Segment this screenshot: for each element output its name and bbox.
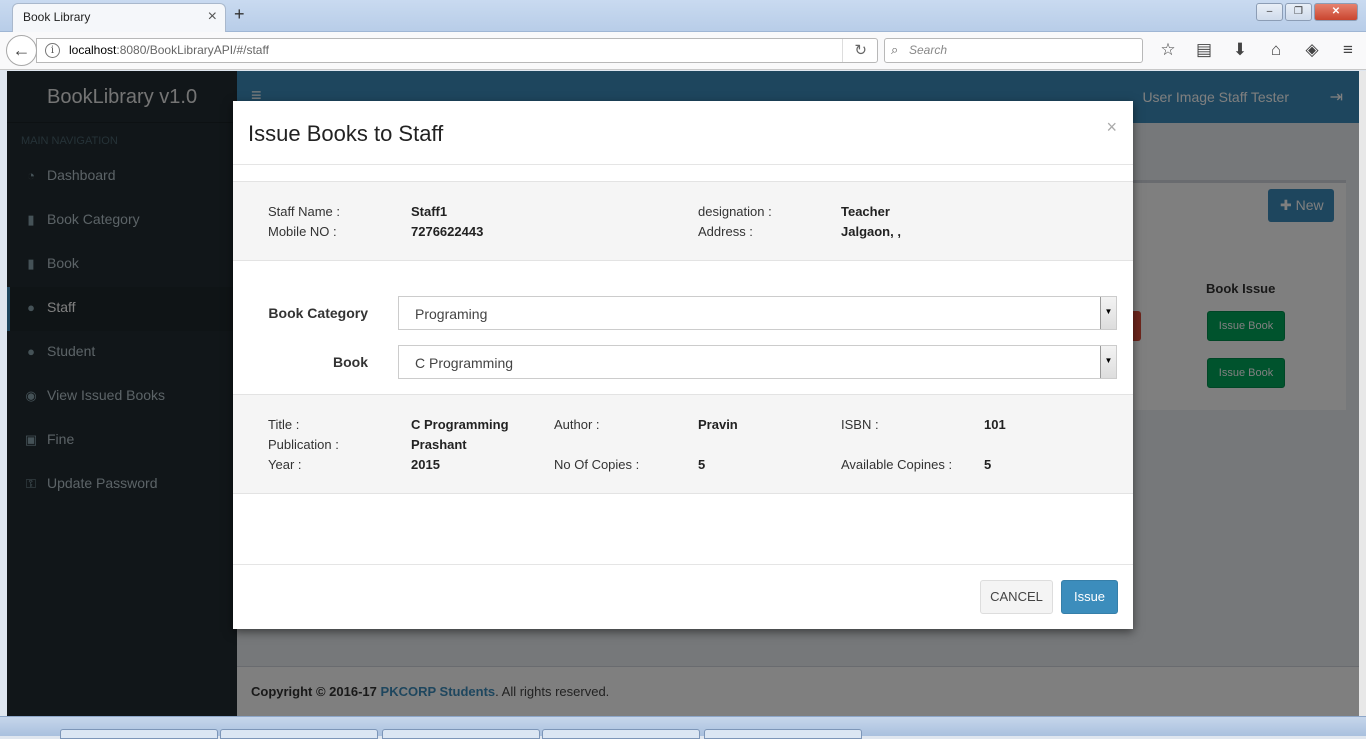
mobile-value: 7276622443 xyxy=(411,224,484,239)
taskbar-item[interactable] xyxy=(382,729,540,739)
url-host: localhost xyxy=(69,43,117,57)
menu-icon[interactable]: ≡ xyxy=(1330,40,1366,60)
title-value: C Programming xyxy=(411,417,509,432)
search-placeholder: Search xyxy=(909,43,948,57)
staff-name-value: Staff1 xyxy=(411,204,448,219)
copies-value: 5 xyxy=(698,457,706,472)
window-controls: – ❐ ✕ xyxy=(1256,3,1358,21)
available-copies-label: Available Copines : xyxy=(841,457,953,472)
cancel-button[interactable]: CANCEL xyxy=(980,580,1053,614)
back-arrow-icon: ← xyxy=(12,40,31,60)
book-details-panel: Title : C Programming Publication : Pras… xyxy=(233,394,1133,494)
issue-button[interactable]: Issue xyxy=(1061,580,1118,614)
taskbar-item[interactable] xyxy=(704,729,862,739)
info-icon[interactable]: i xyxy=(45,43,60,58)
reading-list-icon[interactable]: ▤ xyxy=(1186,40,1222,60)
browser-toolbar: ☆ ▤ ⬇ ⌂ ◈ ≡ xyxy=(1150,40,1366,60)
browser-tab[interactable]: Book Library × xyxy=(12,3,226,32)
taskbar-item[interactable] xyxy=(220,729,378,739)
book-category-select[interactable]: Programing ▼ xyxy=(398,296,1117,330)
url-path: :8080/BookLibraryAPI/#/staff xyxy=(116,43,269,57)
taskbar-item[interactable] xyxy=(542,729,700,739)
address-value: Jalgaon, , xyxy=(841,224,901,239)
tab-title: Book Library xyxy=(23,10,91,24)
chevron-down-icon[interactable]: ▼ xyxy=(1100,297,1116,329)
search-icon: ⌕ xyxy=(891,42,899,57)
publication-value: Prashant xyxy=(411,437,467,452)
bookmark-star-icon[interactable]: ☆ xyxy=(1150,40,1186,60)
staff-details-panel: Staff Name : Staff1 Mobile NO : 72766224… xyxy=(233,181,1133,261)
close-window-button[interactable]: ✕ xyxy=(1314,3,1358,21)
year-label: Year : xyxy=(268,457,302,472)
isbn-label: ISBN : xyxy=(841,417,879,432)
home-icon[interactable]: ⌂ xyxy=(1258,40,1294,60)
book-value: C Programming xyxy=(415,355,514,371)
modal-title: Issue Books to Staff xyxy=(248,121,444,146)
maximize-button[interactable]: ❐ xyxy=(1285,3,1312,21)
year-value: 2015 xyxy=(411,457,440,472)
book-label: Book xyxy=(333,354,368,370)
staff-name-label: Staff Name : xyxy=(268,204,341,219)
copies-label: No Of Copies : xyxy=(554,457,640,472)
mobile-label: Mobile NO : xyxy=(268,224,337,239)
book-category-value: Programing xyxy=(415,306,488,322)
book-category-label: Book Category xyxy=(268,305,368,321)
tab-close-icon[interactable]: × xyxy=(208,8,217,26)
author-value: Pravin xyxy=(698,417,738,432)
book-select[interactable]: C Programming ▼ xyxy=(398,345,1117,379)
url-bar[interactable]: i localhost:8080/BookLibraryAPI/#/staff … xyxy=(36,38,878,63)
new-tab-button[interactable]: + xyxy=(234,4,245,25)
close-icon[interactable]: × xyxy=(1106,117,1117,138)
chevron-down-icon[interactable]: ▼ xyxy=(1100,346,1116,378)
author-label: Author : xyxy=(554,417,600,432)
designation-value: Teacher xyxy=(841,204,890,219)
taskbar-item[interactable] xyxy=(60,729,218,739)
os-taskbar xyxy=(0,716,1366,739)
browser-titlebar: Book Library × + – ❐ ✕ xyxy=(0,0,1366,32)
issue-books-modal: Issue Books to Staff × Staff Name : Staf… xyxy=(233,101,1133,629)
page-scrollbar[interactable] xyxy=(1359,71,1366,716)
reload-icon[interactable]: ↻ xyxy=(854,41,867,59)
pocket-icon[interactable]: ◈ xyxy=(1294,40,1330,60)
publication-label: Publication : xyxy=(268,437,339,452)
minimize-button[interactable]: – xyxy=(1256,3,1283,21)
browser-navbar: i localhost:8080/BookLibraryAPI/#/staff … xyxy=(0,32,1366,70)
address-label: Address : xyxy=(698,224,753,239)
title-label: Title : xyxy=(268,417,300,432)
isbn-value: 101 xyxy=(984,417,1006,432)
search-input[interactable]: ⌕ Search xyxy=(884,38,1143,63)
available-copies-value: 5 xyxy=(984,457,992,472)
back-button[interactable]: ← xyxy=(6,35,37,66)
designation-label: designation : xyxy=(698,204,772,219)
download-icon[interactable]: ⬇ xyxy=(1222,40,1258,60)
